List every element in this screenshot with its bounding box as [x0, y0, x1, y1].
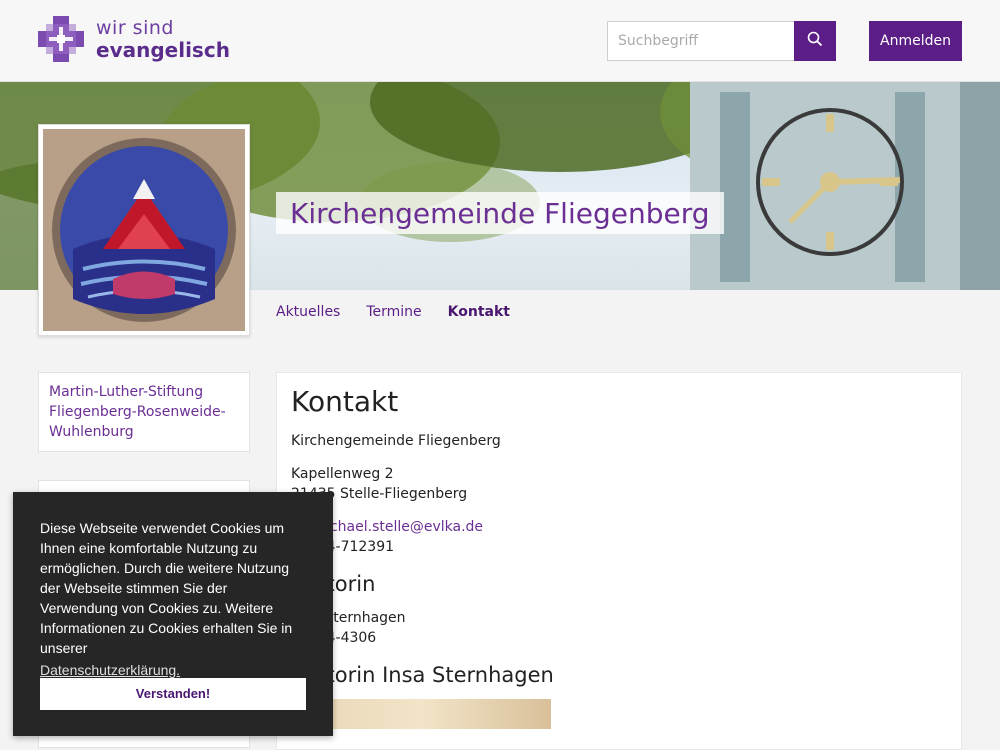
tab-aktuelles[interactable]: Aktuelles: [276, 304, 340, 320]
logo-tagline: wir sind: [96, 16, 174, 39]
tab-termine[interactable]: Termine: [366, 304, 421, 320]
logo-wordmark: evangelisch: [96, 37, 230, 62]
org-name: Kirchengemeinde Fliegenberg: [291, 433, 501, 449]
login-button[interactable]: Anmelden: [869, 21, 962, 61]
cookie-text: Diese Webseite verwendet Cookies um Ihne…: [40, 520, 293, 656]
page-tabs: Aktuelles Termine Kontakt: [276, 304, 510, 320]
site-logo[interactable]: wir sind evangelisch: [38, 16, 230, 62]
main-content: Kontakt Kirchengemeinde Fliegenberg Kape…: [276, 372, 962, 750]
sidebar-link-stiftung[interactable]: Martin-Luther-Stiftung Fliegenberg-Rosen…: [49, 384, 226, 440]
tab-kontakt[interactable]: Kontakt: [448, 304, 510, 320]
site-header: wir sind evangelisch Anmelden: [0, 0, 1000, 82]
address: Kapellenweg 2 21435 Stelle-Fliegenberg: [291, 464, 947, 504]
cookie-accept-button[interactable]: Verstanden!: [40, 678, 306, 710]
cross-logo-icon: [38, 16, 84, 62]
privacy-policy-link[interactable]: Datenschutzerklärung.: [40, 660, 180, 680]
pastorin-info: Insa Sternhagen 04174-4306: [291, 608, 947, 648]
profile-image: [38, 124, 250, 336]
sidebar-link-box: Martin-Luther-Stiftung Fliegenberg-Rosen…: [38, 372, 250, 452]
search-input[interactable]: [607, 21, 795, 61]
hero-title-box: Kirchengemeinde Fliegenberg: [276, 192, 724, 234]
page-title: Kirchengemeinde Fliegenberg: [290, 196, 710, 230]
contact-info: kg.michael.stelle@evlka.de 04174-712391: [291, 517, 947, 557]
section-heading-pastorin-name: Pastorin Insa Sternhagen: [291, 663, 554, 687]
search-button[interactable]: [794, 21, 836, 61]
section-heading-pastorin: Pastorin: [291, 572, 376, 596]
cookie-banner: Diese Webseite verwendet Cookies um Ihne…: [13, 492, 333, 736]
search-icon: [807, 31, 823, 51]
stained-glass-window-image: [43, 129, 245, 331]
content-heading: Kontakt: [291, 385, 399, 418]
address-street: Kapellenweg 2: [291, 466, 394, 482]
